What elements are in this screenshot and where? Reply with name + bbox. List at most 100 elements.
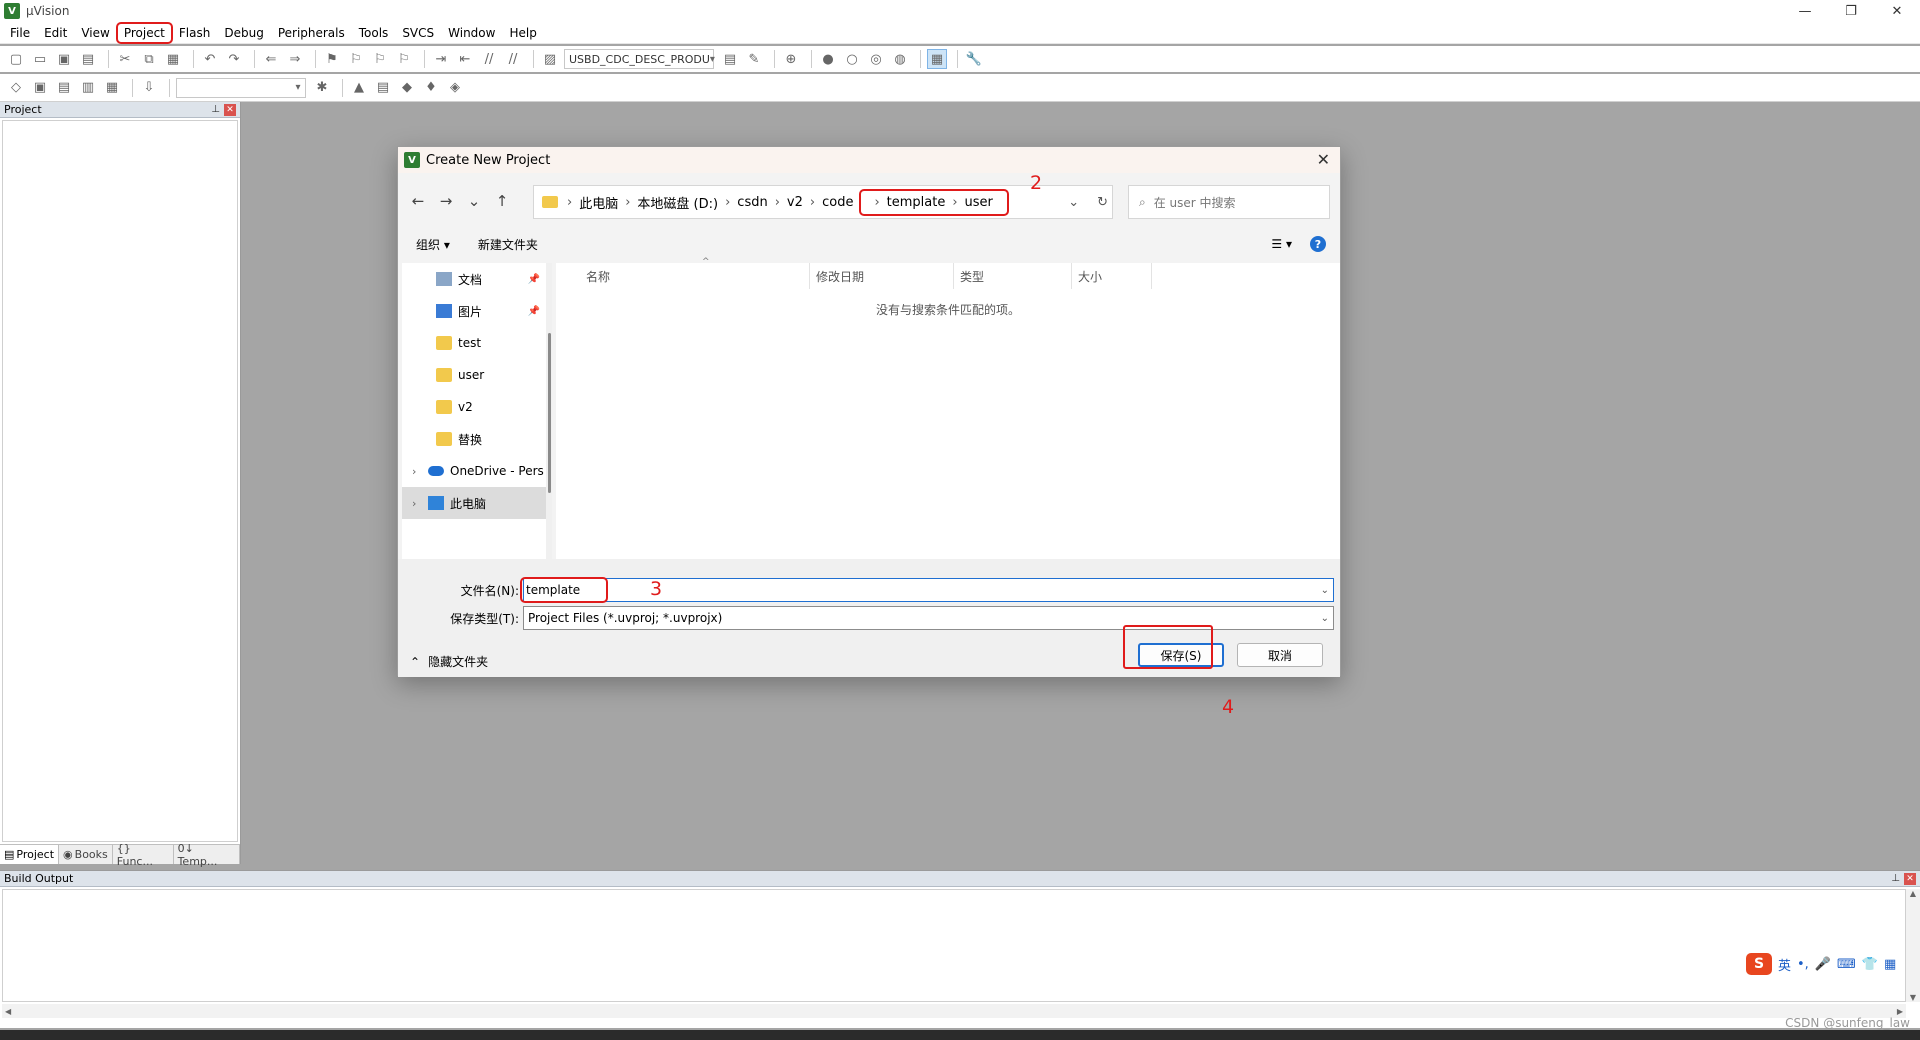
- tab-templates[interactable]: 0↓ Temp...: [174, 842, 240, 868]
- nav-item-pictures[interactable]: 图片 📌: [402, 295, 546, 327]
- breadcrumb-user[interactable]: user: [965, 195, 993, 210]
- manage-project-icon[interactable]: ▤: [373, 78, 393, 98]
- up-arrow-icon[interactable]: ↑: [488, 192, 516, 210]
- column-date-modified[interactable]: 修改日期: [810, 263, 954, 289]
- menu-file[interactable]: File: [4, 24, 36, 42]
- breadcrumb-code[interactable]: code: [822, 195, 853, 210]
- column-type[interactable]: 类型: [954, 263, 1072, 289]
- menu-flash[interactable]: Flash: [173, 24, 216, 42]
- tab-functions[interactable]: {} Func...: [113, 842, 174, 868]
- copy-icon[interactable]: ⧉: [139, 49, 159, 69]
- paste-icon[interactable]: ▦: [163, 49, 183, 69]
- toolbox-icon[interactable]: ▦: [1884, 957, 1896, 972]
- tab-books[interactable]: ◉ Books: [59, 845, 113, 864]
- nav-item-documents[interactable]: 文档 📌: [402, 263, 546, 295]
- target-options-icon[interactable]: ✱: [312, 78, 332, 98]
- tab-project[interactable]: ▤ Project: [0, 845, 60, 864]
- help-icon[interactable]: ?: [1310, 236, 1326, 252]
- breadcrumb-v2[interactable]: v2: [787, 195, 803, 210]
- project-tree[interactable]: [2, 120, 238, 842]
- bookmark-next-icon[interactable]: ⚐: [370, 49, 390, 69]
- breadcrumb-this-pc[interactable]: 此电脑: [579, 193, 618, 212]
- dialog-close-icon[interactable]: ✕: [1317, 150, 1330, 169]
- navigation-scrollbar[interactable]: [546, 263, 552, 559]
- new-folder-button[interactable]: 新建文件夹: [478, 236, 538, 253]
- rebuild-icon[interactable]: ▤: [54, 78, 74, 98]
- scroll-left-icon[interactable]: ◀: [5, 1007, 11, 1016]
- wrench-icon[interactable]: 🔧: [964, 49, 984, 69]
- sogou-logo-icon[interactable]: S: [1746, 953, 1772, 975]
- unindent-icon[interactable]: ⇤: [455, 49, 475, 69]
- nav-item-onedrive[interactable]: › OneDrive - Pers: [402, 455, 546, 487]
- close-window-button[interactable]: ✕: [1874, 0, 1920, 22]
- breadcrumb-local-disk[interactable]: 本地磁盘 (D:): [637, 193, 718, 212]
- chevron-right-icon[interactable]: ›: [412, 465, 416, 478]
- nav-forward-icon[interactable]: ⇒: [285, 49, 305, 69]
- save-icon[interactable]: ▣: [54, 49, 74, 69]
- nav-item-v2[interactable]: v2: [402, 391, 546, 423]
- menu-window[interactable]: Window: [442, 24, 501, 42]
- new-file-icon[interactable]: ▢: [6, 49, 26, 69]
- breadcrumb-csdn[interactable]: csdn: [737, 195, 767, 210]
- close-icon[interactable]: ✕: [224, 103, 236, 116]
- nav-item-user[interactable]: user: [402, 359, 546, 391]
- open-folder-icon[interactable]: ▭: [30, 49, 50, 69]
- nav-item-replace[interactable]: 替换: [402, 423, 546, 455]
- view-options-icon[interactable]: ☰ ▾: [1271, 237, 1292, 251]
- load-icon[interactable]: ⇩: [139, 78, 159, 98]
- breadcrumb-template[interactable]: template: [887, 195, 946, 210]
- stop-build-icon[interactable]: ▦: [102, 78, 122, 98]
- comment-icon[interactable]: //: [479, 49, 499, 69]
- breakpoint-clear-icon[interactable]: ◎: [866, 49, 886, 69]
- configure-icon[interactable]: ✎: [744, 49, 764, 69]
- menu-peripherals[interactable]: Peripherals: [272, 24, 351, 42]
- ime-language[interactable]: 英: [1778, 955, 1791, 974]
- uncomment-icon[interactable]: //: [503, 49, 523, 69]
- punctuation-icon[interactable]: •,: [1797, 957, 1809, 972]
- pin-icon[interactable]: ⊥: [211, 104, 220, 116]
- undo-icon[interactable]: ↶: [200, 49, 220, 69]
- nav-item-test[interactable]: test: [402, 327, 546, 359]
- target-combo[interactable]: USBD_CDC_DESC_PRODU ▾: [564, 49, 715, 69]
- column-name[interactable]: 名称: [556, 263, 810, 289]
- batch-build-icon[interactable]: ▥: [78, 78, 98, 98]
- recent-dropdown-icon[interactable]: ⌄: [460, 192, 488, 210]
- menu-tools[interactable]: Tools: [353, 24, 395, 42]
- manage-runtime-icon[interactable]: ♦: [421, 78, 441, 98]
- restore-button[interactable]: ❐: [1828, 0, 1874, 22]
- keyboard-icon[interactable]: ⌨: [1837, 957, 1856, 972]
- close-icon[interactable]: ✕: [1904, 872, 1916, 885]
- find-in-files-icon[interactable]: ▨: [540, 49, 560, 69]
- target-select-combo[interactable]: ▾: [176, 77, 306, 98]
- address-bar[interactable]: › 此电脑 › 本地磁盘 (D:) › csdn › v2 › code › t…: [533, 185, 1113, 219]
- menu-help[interactable]: Help: [503, 24, 542, 42]
- zoom-icon[interactable]: ⊕: [781, 49, 801, 69]
- menu-svcs[interactable]: SVCS: [396, 24, 440, 42]
- menu-view[interactable]: View: [75, 24, 115, 42]
- bookmark-clear-icon[interactable]: ⚐: [394, 49, 414, 69]
- breakpoint-icon[interactable]: ●: [818, 49, 838, 69]
- translate-icon[interactable]: ◇: [6, 78, 26, 98]
- breakpoint-disable-icon[interactable]: ○: [842, 49, 862, 69]
- skin-icon[interactable]: 👕: [1862, 957, 1878, 972]
- address-dropdown-icon[interactable]: ⌄: [1068, 195, 1079, 210]
- cut-icon[interactable]: ✂: [115, 49, 135, 69]
- chevron-down-icon[interactable]: ⌄: [1321, 613, 1329, 624]
- bookmark-icon[interactable]: ⚑: [322, 49, 342, 69]
- menu-debug[interactable]: Debug: [218, 24, 269, 42]
- select-device-icon[interactable]: ◆: [397, 78, 417, 98]
- ime-toolbar[interactable]: S 英 •, 🎤 ⌨ 👕 ▦: [1742, 952, 1901, 976]
- file-extensions-icon[interactable]: ▲: [349, 78, 369, 98]
- chevron-right-icon[interactable]: ›: [412, 497, 416, 510]
- filename-input[interactable]: template ⌄: [519, 577, 1334, 603]
- window-layout-icon[interactable]: ▦: [927, 49, 947, 69]
- breakpoint-kill-icon[interactable]: ◍: [890, 49, 910, 69]
- scroll-thumb[interactable]: [547, 333, 551, 493]
- scroll-up-icon[interactable]: ▲: [1910, 889, 1916, 898]
- build-output-text[interactable]: [2, 889, 1906, 1002]
- nav-item-this-pc[interactable]: › 此电脑: [402, 487, 546, 519]
- forward-arrow-icon[interactable]: →: [432, 192, 460, 210]
- pack-installer-icon[interactable]: ◈: [445, 78, 465, 98]
- refresh-icon[interactable]: ↻: [1097, 195, 1108, 210]
- microphone-icon[interactable]: 🎤: [1815, 957, 1831, 972]
